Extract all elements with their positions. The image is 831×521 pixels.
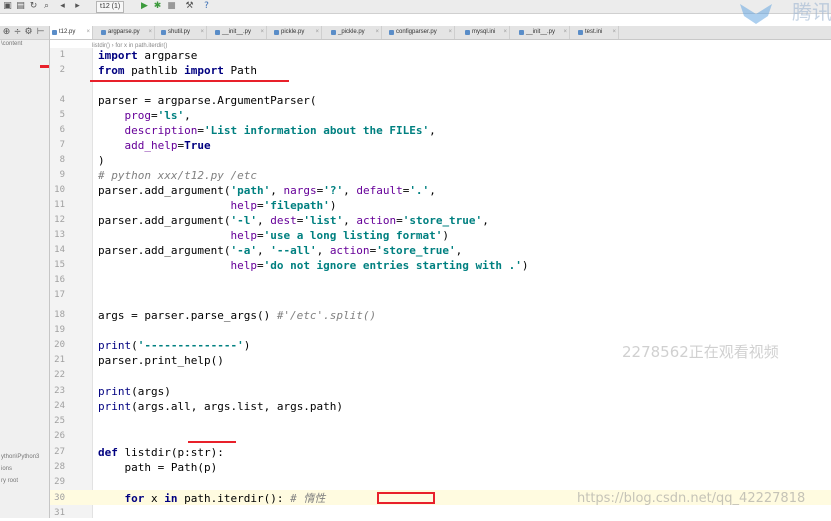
code-line: 29 <box>54 477 65 487</box>
code-line: 4 parser = argparse.ArgumentParser( <box>59 94 317 107</box>
tab-configparser[interactable]: configparser.py × <box>387 26 455 39</box>
sync-icon[interactable]: ⊕ <box>1 27 12 38</box>
collapse-icon[interactable]: ÷ <box>12 27 23 38</box>
project-sidebar: ⊕ ÷ ⚙ ⊢ \content ython\Python3 ions ry r… <box>0 26 50 518</box>
code-line: 31 <box>54 508 65 518</box>
close-icon[interactable]: × <box>315 26 319 39</box>
code-line: 22 <box>54 370 65 380</box>
code-line: 8) <box>59 154 105 167</box>
code-line: 10 parser.add_argument('path', nargs='?',… <box>54 184 436 197</box>
close-icon[interactable]: × <box>563 26 567 39</box>
code-line: 2 from pathlib import Path <box>59 64 257 77</box>
code-line: 11 help='filepath') <box>54 199 337 212</box>
annotation-box <box>377 492 435 504</box>
tab-init-2[interactable]: __init__.py × <box>517 26 570 39</box>
tencent-logo: 腾讯 <box>740 0 831 24</box>
code-line: 7 add_help=True <box>59 139 211 152</box>
tab-t12[interactable]: t12.py × <box>50 26 93 39</box>
debug-icon[interactable]: ✱ <box>152 1 163 12</box>
code-line: 13 help='use a long listing format') <box>54 229 450 242</box>
save-icon[interactable]: ▤ <box>15 1 26 12</box>
tab-mysql-ini[interactable]: mysql.ini × <box>463 26 510 39</box>
annotation-underline-import <box>90 80 289 82</box>
code-line: 14 parser.add_argument('-a', '--all', act… <box>54 244 463 257</box>
stop-icon[interactable]: ■ <box>166 1 177 12</box>
code-line: 23 print(args) <box>54 385 171 398</box>
code-line: 27 def listdir(p:str): <box>54 446 224 459</box>
close-icon[interactable]: × <box>200 26 204 39</box>
tab-test-ini[interactable]: test.ini × <box>576 26 619 39</box>
code-line: 17 <box>54 290 65 300</box>
close-icon[interactable]: × <box>375 26 379 39</box>
svg-text:腾讯: 腾讯 <box>792 0 831 24</box>
tab-shutil[interactable]: shutil.py × <box>159 26 207 39</box>
code-line: 28 path = Path(p) <box>54 461 218 474</box>
build-icon[interactable]: ⚒ <box>184 1 195 12</box>
back-icon[interactable]: ◂ <box>57 1 68 12</box>
tab-init-1[interactable]: __init__.py × <box>213 26 267 39</box>
close-icon[interactable]: × <box>86 26 90 39</box>
source-url-watermark: https://blog.csdn.net/qq_42227818 <box>577 491 806 506</box>
code-line: 19 <box>54 325 65 335</box>
close-icon[interactable]: × <box>448 26 452 39</box>
code-line: 1 import argparse <box>59 49 198 62</box>
run-config-select[interactable]: t12 (1) <box>96 1 125 13</box>
code-line: 16 <box>54 275 65 285</box>
annotation-underline-def <box>188 441 236 443</box>
sidebar-path[interactable]: \content <box>1 41 22 47</box>
forward-icon[interactable]: ▸ <box>72 1 83 12</box>
sidebar-toolbar: ⊕ ÷ ⚙ ⊢ <box>0 26 49 40</box>
main-toolbar: ▣ ▤ ↻ ⌕ ◂ ▸ t12 (1) ▶ ✱ ■ ⚒ ? <box>0 0 831 14</box>
tab-pickle[interactable]: pickle.py × <box>272 26 322 39</box>
annotation-mark-left <box>40 66 49 68</box>
code-line: 26 <box>54 431 65 441</box>
settings-icon[interactable]: ⚙ <box>23 27 34 38</box>
search-icon[interactable]: ⌕ <box>41 1 52 12</box>
editor-tab-bar: t12.py × argparse.py × shutil.py × __init__… <box>50 26 831 40</box>
code-line: 25 <box>54 416 65 426</box>
hide-icon[interactable]: ⊢ <box>35 27 46 38</box>
tab-argparse[interactable]: argparse.py × <box>99 26 155 39</box>
code-line: 24 print(args.all, args.list, args.path) <box>54 400 344 413</box>
open-icon[interactable]: ▣ <box>2 1 13 12</box>
close-icon[interactable]: × <box>612 26 616 39</box>
sidebar-item-ions[interactable]: ions <box>1 466 12 472</box>
run-icon[interactable]: ▶ <box>139 1 150 12</box>
code-line: 5 prog='ls', <box>59 109 191 122</box>
close-icon[interactable]: × <box>503 26 507 39</box>
sidebar-item-python[interactable]: ython\Python3 <box>1 454 39 460</box>
code-line: 15 help='do not ignore entries starting … <box>54 259 529 272</box>
help-icon[interactable]: ? <box>201 1 212 12</box>
code-line: 18 args = parser.parse_args() #'/etc'.spl… <box>54 309 377 322</box>
tab-underscore-pickle[interactable]: _pickle.py × <box>329 26 382 39</box>
code-line: 9 # python xxx/t12.py /etc <box>59 169 257 182</box>
code-line: 6 description='List information about th… <box>59 124 436 137</box>
code-line: 12 parser.add_argument('-l', dest='list',… <box>54 214 489 227</box>
refresh-icon[interactable]: ↻ <box>28 1 39 12</box>
sidebar-item-root[interactable]: ry root <box>1 478 18 484</box>
close-icon[interactable]: × <box>260 26 264 39</box>
viewer-count-watermark: 2278562正在观看视频 <box>622 343 779 361</box>
close-icon[interactable]: × <box>148 26 152 39</box>
